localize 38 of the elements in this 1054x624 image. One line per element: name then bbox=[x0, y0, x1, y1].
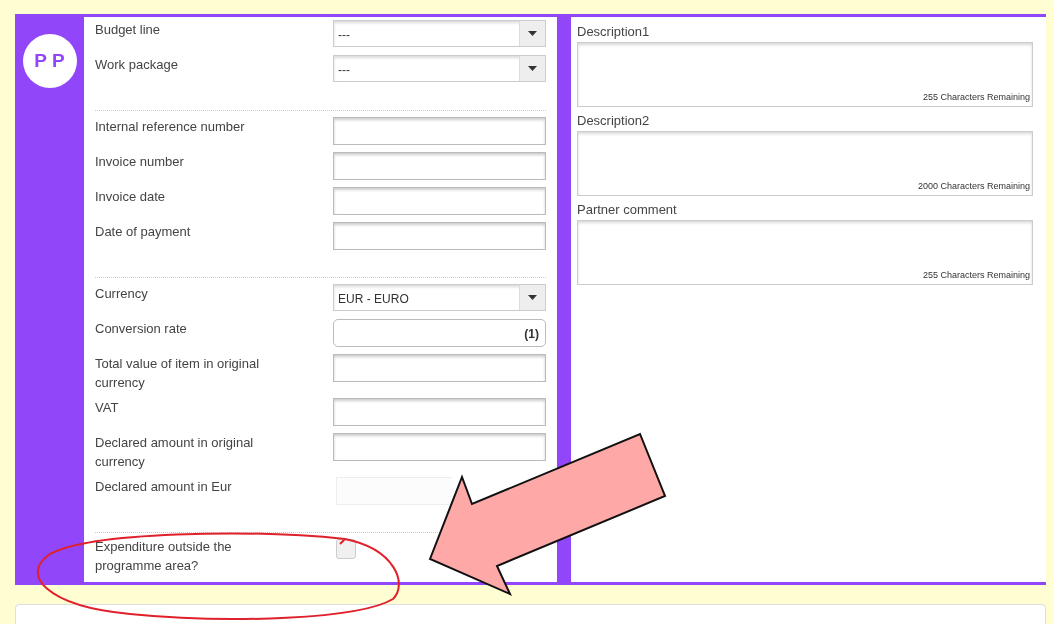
checkbox[interactable] bbox=[336, 539, 356, 559]
text-area[interactable]: 255 Characters Remaining bbox=[577, 42, 1033, 107]
input-field[interactable] bbox=[333, 433, 546, 461]
field-label: VAT bbox=[95, 399, 120, 417]
field-label: Invoice number bbox=[95, 153, 185, 171]
field-label: Declared amount in original currency bbox=[95, 434, 255, 471]
select-field[interactable]: EUR - EURO bbox=[333, 284, 546, 311]
input-field[interactable] bbox=[333, 354, 546, 382]
input-field[interactable] bbox=[333, 117, 546, 145]
character-counter: 255 Characters Remaining bbox=[922, 268, 1030, 282]
character-counter: 255 Characters Remaining bbox=[922, 90, 1030, 104]
field-label: Conversion rate bbox=[95, 320, 188, 338]
field-label: Partner comment bbox=[577, 201, 678, 219]
input-field[interactable] bbox=[333, 222, 546, 250]
avatar: P P bbox=[22, 34, 77, 88]
caret-icon bbox=[528, 295, 537, 300]
field-label: Date of payment bbox=[95, 223, 192, 241]
character-counter: 2000 Characters Remaining bbox=[917, 179, 1030, 193]
caret-icon bbox=[528, 66, 537, 71]
input-field[interactable] bbox=[333, 398, 546, 426]
field-label: Currency bbox=[95, 285, 149, 303]
input-field[interactable] bbox=[333, 187, 546, 215]
field-label: Internal reference number bbox=[95, 118, 246, 136]
caret-icon bbox=[528, 31, 537, 36]
input-field[interactable] bbox=[333, 152, 546, 180]
field-label: Budget line bbox=[95, 21, 162, 39]
field-label: Expenditure outside the programme area? bbox=[95, 538, 233, 575]
field-label: Work package bbox=[95, 56, 179, 74]
select-field[interactable]: --- bbox=[333, 55, 546, 82]
rate-field[interactable]: (1) bbox=[333, 319, 546, 347]
field-label: Declared amount in Eur bbox=[95, 478, 233, 496]
field-label: Description2 bbox=[577, 112, 651, 130]
field-label: Total value of item in original currency bbox=[95, 355, 261, 392]
text-area[interactable]: 2000 Characters Remaining bbox=[577, 131, 1033, 196]
field-label: Invoice date bbox=[95, 188, 167, 206]
text-area[interactable]: 255 Characters Remaining bbox=[577, 220, 1033, 285]
select-field[interactable]: --- bbox=[333, 20, 546, 47]
field-label: Description1 bbox=[577, 23, 651, 41]
